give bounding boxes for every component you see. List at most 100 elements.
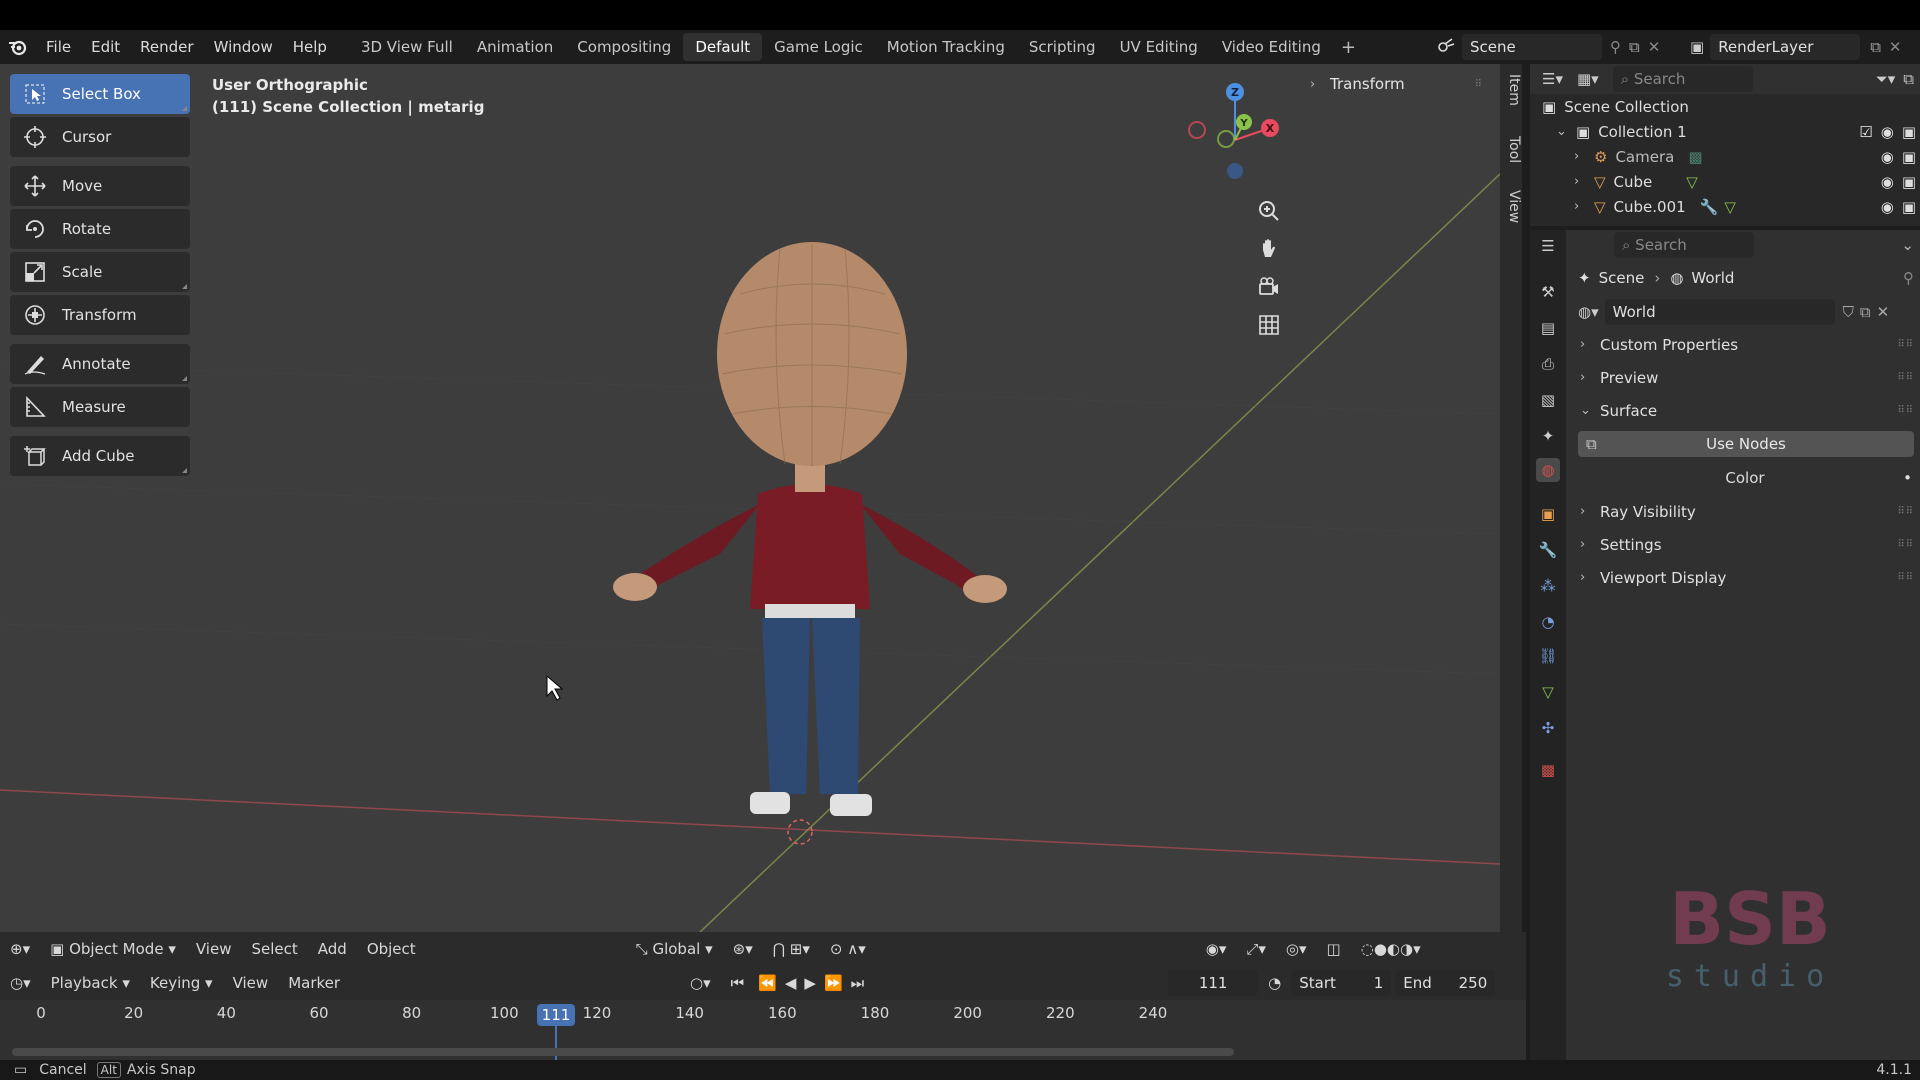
new-layer-icon[interactable]: ⧉ [1870,38,1881,56]
grid-projection-icon[interactable] [1252,308,1286,342]
filter-icon[interactable]: ⏷▾ [1876,70,1896,88]
add-workspace-button[interactable]: + [1333,37,1364,58]
timeline-editor[interactable]: ◷▾ Playback ▾ Keying ▾ View Marker ○▾ ⏮ … [0,966,1526,1060]
tab-tool[interactable]: Tool [1500,130,1522,169]
menu-add[interactable]: Add [308,932,357,966]
eye-icon[interactable]: ◉ [1881,173,1894,191]
pin-icon[interactable]: ⚲ [1903,269,1914,287]
menu-help[interactable]: Help [283,30,337,64]
eye-icon[interactable]: ◉ [1881,123,1894,141]
pan-hand-icon[interactable] [1252,232,1286,266]
object-mode-dropdown[interactable]: ▣ Object Mode ▾ [40,932,186,966]
menu-keying[interactable]: Keying ▾ [140,966,223,1000]
constraints-tab-icon[interactable]: ⛓ [1536,644,1560,668]
checkbox-icon[interactable]: ☑ [1859,123,1872,141]
outliner-collection-1[interactable]: ⌄ ▣ Collection 1 ☑ ◉ ▣ [1530,119,1920,144]
outliner-scene-collection[interactable]: ▣ Scene Collection [1530,94,1920,119]
snap-icon[interactable]: ⋂ ⊞▾ [763,932,820,966]
menu-render[interactable]: Render [130,30,203,64]
panel-custom-properties[interactable]: › Custom Properties ⠿⠿ [1570,328,1920,361]
world-tab-icon[interactable]: ◍ [1536,458,1560,482]
delete-layer-icon[interactable]: ✕ [1889,38,1902,56]
camera-view-icon[interactable] [1252,270,1286,304]
panel-preview[interactable]: › Preview ⠿⠿ [1570,361,1920,394]
render-tab-icon[interactable]: ▤ [1536,316,1560,340]
bone-tab-icon[interactable]: ✣ [1536,716,1560,740]
shading-modes-icon[interactable]: ◌●◐◑▾ [1351,932,1431,966]
tab-animation[interactable]: Animation [465,33,565,61]
new-world-icon[interactable]: ⧉ [1860,303,1871,321]
use-nodes-button[interactable]: ⧉ Use Nodes [1578,431,1914,457]
tab-game-logic[interactable]: Game Logic [762,33,875,61]
chevron-down-icon[interactable]: ⌄ [1556,124,1570,139]
editor-type-icon[interactable]: ⊕▾ [0,932,40,966]
output-tab-icon[interactable]: ⎙ [1536,352,1560,376]
end-frame-field[interactable]: End 250 [1395,970,1496,996]
3d-viewport[interactable]: User Orthographic (111) Scene Collection… [0,64,1500,932]
tool-transform[interactable]: Transform [10,295,190,335]
panel-viewport-display[interactable]: › Viewport Display ⠿⠿ [1570,561,1920,594]
camera-toggle-icon[interactable]: ▣ [1902,173,1916,191]
menu-view[interactable]: View [186,932,242,966]
tab-scripting[interactable]: Scripting [1017,33,1108,61]
panel-settings[interactable]: › Settings ⠿⠿ [1570,528,1920,561]
panel-surface[interactable]: ⌄ Surface ⠿⠿ [1570,394,1920,427]
texture-tab-icon[interactable]: ▩ [1536,758,1560,782]
zoom-icon[interactable] [1252,194,1286,228]
prev-key-icon[interactable]: ⏪ [754,966,781,1000]
tool-measure[interactable]: Measure [10,387,190,427]
playhead-frame-badge[interactable]: 111 [537,1004,575,1026]
view-layer-tab-icon[interactable]: ▧ [1536,388,1560,412]
menu-window[interactable]: Window [204,30,283,64]
overlays-icon[interactable]: ◎▾ [1276,932,1317,966]
chevron-right-icon[interactable]: › [1574,174,1588,189]
world-name-field[interactable]: World [1604,299,1835,325]
object-tab-icon[interactable]: ▣ [1536,502,1560,526]
chevron-right-icon[interactable]: › [1574,149,1588,164]
tab-3d-view-full[interactable]: 3D View Full [349,33,465,61]
menu-file[interactable]: File [36,30,81,64]
chevron-right-icon[interactable]: › [1574,199,1588,214]
timeline-scrollbar[interactable] [12,1048,1234,1056]
blender-logo-icon[interactable] [0,30,36,64]
xray-icon[interactable]: ◫ [1317,932,1351,966]
tab-video-editing[interactable]: Video Editing [1210,33,1333,61]
panel-ray-visibility[interactable]: › Ray Visibility ⠿⠿ [1570,495,1920,528]
pin-icon[interactable]: ⚲ [1610,38,1621,56]
camera-toggle-icon[interactable]: ▣ [1902,148,1916,166]
menu-object[interactable]: Object [357,932,426,966]
tab-compositing[interactable]: Compositing [565,33,683,61]
jump-end-icon[interactable]: ⏭ [847,966,869,1000]
drag-grip-icon[interactable]: ⠿ [1475,79,1482,90]
properties-editor-icon[interactable]: ☰ [1536,234,1560,258]
tool-scale[interactable]: Scale [10,252,190,292]
world-browse-icon[interactable]: ◍▾ [1578,303,1599,321]
tool-select-box[interactable]: Select Box [10,74,190,114]
transform-orientation-dropdown[interactable]: ⤡ Global ▾ [626,932,723,966]
start-frame-field[interactable]: Start 1 [1291,970,1392,996]
world-color-row[interactable]: Color • [1570,461,1920,495]
new-scene-icon[interactable]: ⧉ [1629,38,1640,56]
tool-tab-icon[interactable]: ⚒ [1536,280,1560,304]
stopwatch-icon[interactable]: ◔ [1258,966,1291,1000]
eye-icon[interactable]: ◉ [1881,198,1894,216]
3d-cursor[interactable] [787,819,813,845]
navigation-gizmo[interactable]: Z X Y [1180,70,1290,180]
unlink-world-icon[interactable]: ✕ [1877,303,1890,321]
tool-annotate[interactable]: Annotate [10,344,190,384]
visibility-icon[interactable]: ◉▾ [1196,932,1237,966]
scene-name-field[interactable]: Scene [1462,34,1602,60]
jump-start-icon[interactable]: ⏮ [721,966,755,1000]
current-frame-field[interactable]: 111 [1168,970,1259,996]
auto-key-icon[interactable]: ○▾ [680,966,721,1000]
tool-rotate[interactable]: Rotate [10,209,190,249]
tool-move[interactable]: Move [10,166,190,206]
tab-motion-tracking[interactable]: Motion Tracking [875,33,1017,61]
tab-item[interactable]: Item [1500,68,1522,112]
camera-toggle-icon[interactable]: ▣ [1902,198,1916,216]
properties-search-input[interactable]: ⌕ Search [1614,232,1754,258]
scene-selector[interactable]: Scene ⚲ ⧉ ✕ [1434,32,1664,62]
menu-playback[interactable]: Playback ▾ [41,966,140,1000]
physics-tab-icon[interactable]: ◔ [1536,610,1560,634]
modifier-tab-icon[interactable]: 🔧 [1536,538,1560,562]
